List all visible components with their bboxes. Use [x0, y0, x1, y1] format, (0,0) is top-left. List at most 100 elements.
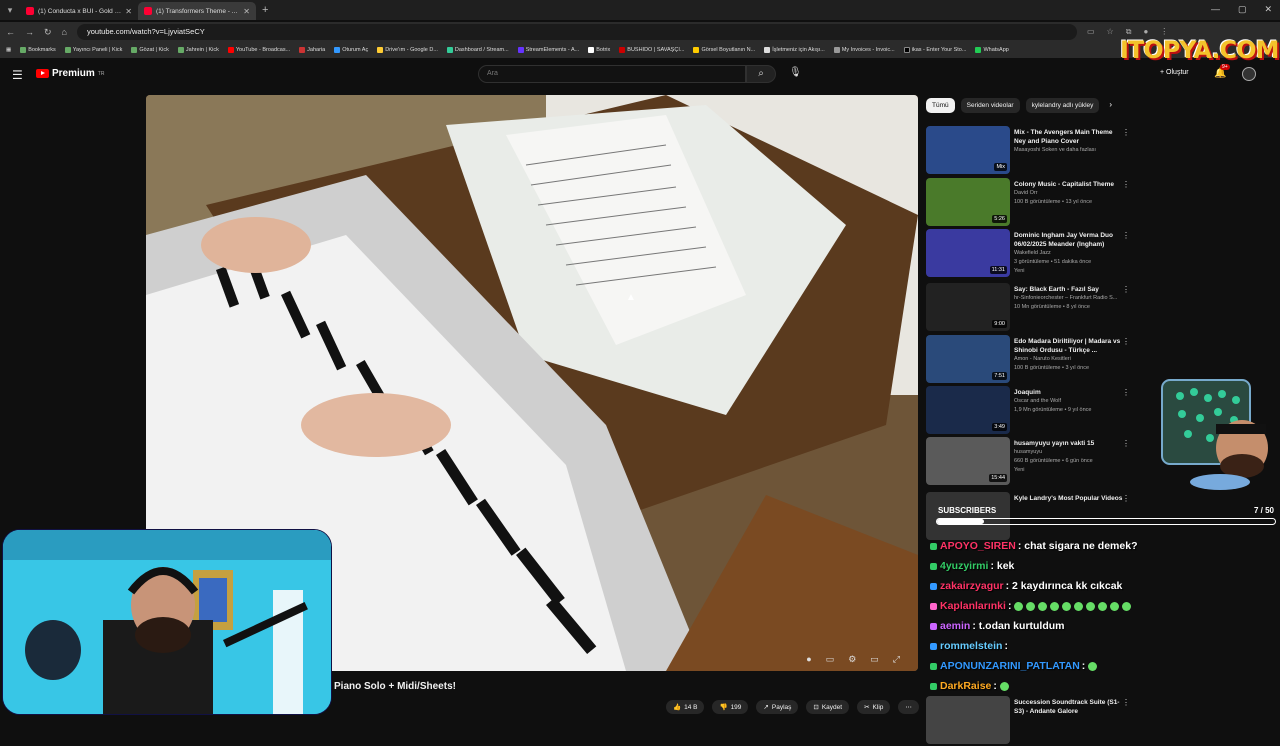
bookmark-item[interactable]: Dashboard / Stream... [446, 47, 509, 53]
recommendation-title[interactable]: Mix - The Avengers Main Theme Ney and Pi… [1014, 128, 1124, 146]
more-options-icon[interactable]: ⋮ [1122, 180, 1130, 189]
browser-tab-2[interactable]: (1) Transformers Theme - Arriv ✕ [138, 2, 256, 20]
bookmark-item[interactable]: My Invoices - Invoic... [833, 47, 895, 53]
bookmark-item[interactable]: StreamElements - A... [517, 47, 579, 53]
search-button[interactable]: ⌕ [746, 65, 776, 83]
recommendation-title[interactable]: Edo Madara Diriltiliyor | Madara vs Shin… [1014, 337, 1124, 355]
url-field[interactable]: youtube.com/watch?v=LjyviatSeCY [76, 24, 1077, 40]
save-button[interactable]: ⊡ Kaydet [806, 700, 850, 714]
youtube-favicon-icon [26, 7, 34, 15]
close-tab-icon[interactable]: ✕ [243, 7, 250, 16]
bookmark-item[interactable]: Botrix [588, 47, 610, 53]
youtube-logo[interactable]: Premium TR [36, 68, 104, 79]
bookmark-item[interactable]: Jaharia [299, 47, 325, 53]
recommendation-title[interactable]: husamyuyu yayın vakti 15 [1014, 439, 1124, 448]
cast-icon[interactable]: ▭ [1087, 27, 1095, 37]
minimize-icon[interactable]: — [1211, 4, 1220, 15]
chat-text: : 2 kaydırınca kk cıkcak [1005, 580, 1123, 592]
bookmark-item[interactable]: Görsel Boyutlanın N... [693, 47, 755, 53]
recommendation-item[interactable]: Succession Soundtrack Suite (S1-S3) - An… [926, 696, 1136, 746]
video-thumbnail[interactable] [926, 696, 1010, 744]
recommendation-item[interactable]: Mix Mix - The Avengers Main Theme Ney and… [926, 126, 1136, 176]
clip-button[interactable]: ✂ Klip [857, 700, 891, 714]
bookmark-item[interactable]: BUSHIDO | SAVAŞÇI... [619, 47, 684, 53]
recommendation-item[interactable]: 15:44 husamyuyu yayın vakti 15 husamyuyu 66… [926, 437, 1136, 487]
bookmark-item[interactable]: ikas - Enter Your Sto... [903, 47, 966, 53]
video-thumbnail[interactable]: 15:44 [926, 437, 1010, 485]
maximize-icon[interactable]: ▢ [1238, 4, 1247, 15]
fullscreen-icon[interactable]: ⤢ [893, 654, 900, 665]
hamburger-menu-icon[interactable]: ☰ [12, 68, 23, 82]
more-options-icon[interactable]: ⋮ [1122, 494, 1130, 503]
bookmark-item[interactable]: Yayıncı Paneli | Kick [64, 47, 122, 53]
reload-icon[interactable]: ↻ [44, 27, 52, 38]
bookmark-item[interactable]: Jahrein | Kick [177, 47, 219, 53]
forward-icon[interactable]: → [25, 27, 34, 37]
chat-message: Kaplanlarınki: [930, 596, 1260, 616]
chat-badge-icon [930, 602, 937, 610]
chip-uploader[interactable]: kylelandry adlı yükley [1025, 98, 1100, 113]
chip-series[interactable]: Seriden videolar [960, 98, 1020, 113]
recommendation-item[interactable]: 5:26 Colony Music - Capitalist Theme David… [926, 178, 1136, 228]
scissors-icon: ✂ [864, 704, 870, 711]
recommendation-title[interactable]: Colony Music - Capitalist Theme [1014, 180, 1124, 189]
apps-icon[interactable]: ▦ [6, 47, 11, 53]
more-options-icon[interactable]: ⋮ [1122, 231, 1130, 240]
recommendation-title[interactable]: Joaquim [1014, 388, 1124, 397]
recommendation-title[interactable]: Kyle Landry's Most Popular Videos [1014, 494, 1124, 503]
settings-icon[interactable]: ⚙ [848, 654, 856, 665]
video-thumbnail[interactable]: 5:26 [926, 178, 1010, 226]
chevron-right-icon[interactable]: › [1105, 98, 1116, 113]
more-options-icon[interactable]: ⋮ [1122, 439, 1130, 448]
theater-icon[interactable]: ▭ [870, 654, 879, 665]
like-button[interactable]: 👍 14 B [666, 700, 705, 714]
recommendation-item[interactable]: 11:31 Dominic Ingham Jay Verma Duo 06/02/… [926, 229, 1136, 279]
search-input[interactable]: Ara [478, 65, 746, 83]
mic-icon[interactable]: 🎙 [789, 67, 802, 78]
browser-tab-1[interactable]: (1) Conducta x BUI - Gold (Offi ✕ [20, 2, 138, 20]
autoplay-icon[interactable]: ● [806, 654, 811, 665]
star-icon[interactable]: ☆ [1107, 27, 1114, 37]
back-icon[interactable]: ← [6, 27, 15, 37]
bookmark-item[interactable]: Bookmarks [20, 47, 56, 53]
create-button[interactable]: + Oluştur [1160, 69, 1189, 76]
share-button[interactable]: ↗ Paylaş [756, 700, 799, 714]
home-icon[interactable]: ⌂ [62, 27, 67, 37]
close-tab-icon[interactable]: ✕ [125, 7, 132, 16]
more-options-icon[interactable]: ⋮ [1122, 337, 1130, 346]
subtitles-icon[interactable]: ▭ [826, 654, 835, 665]
subscriber-progress-fill [937, 519, 985, 524]
emote-icon [1088, 661, 1098, 671]
video-thumbnail[interactable]: 11:31 [926, 229, 1010, 277]
bookmark-item[interactable]: İşletmeniz için Akışı... [764, 47, 825, 53]
tab-title: (1) Conducta x BUI - Gold (Offi [38, 7, 122, 15]
video-thumbnail[interactable]: 7:51 [926, 335, 1010, 383]
video-thumbnail[interactable]: 9:00 [926, 283, 1010, 331]
chat-badge-icon [930, 562, 937, 570]
recommendation-title[interactable]: Dominic Ingham Jay Verma Duo 06/02/2025 … [1014, 231, 1124, 249]
bookmark-item[interactable]: WhatsApp [975, 47, 1009, 53]
recommendation-title[interactable]: Succession Soundtrack Suite (S1-S3) - An… [1014, 698, 1124, 716]
recommendation-item[interactable]: 3:49 Joaquim Oscar and the Wolf 1,9 Mn görü… [926, 386, 1136, 436]
bookmark-item[interactable]: Drive'ım - Google D... [377, 47, 438, 53]
tab-list-icon[interactable]: ▾ [0, 5, 20, 16]
account-avatar[interactable] [1242, 67, 1256, 81]
close-window-icon[interactable]: ✕ [1264, 4, 1272, 15]
video-thumbnail[interactable]: Mix [926, 126, 1010, 174]
more-options-icon[interactable]: ⋮ [1122, 698, 1130, 707]
dislike-button[interactable]: 👎 199 [712, 700, 749, 714]
more-options-icon[interactable]: ⋮ [1122, 285, 1130, 294]
recommendation-item[interactable]: 9:00 Say: Black Earth - Fazıl Say hr-Sinfo… [926, 283, 1136, 333]
new-tab-icon[interactable]: + [262, 4, 268, 16]
chip-all[interactable]: Tümü [926, 98, 955, 113]
recommendation-title[interactable]: Say: Black Earth - Fazıl Say [1014, 285, 1124, 294]
video-thumbnail[interactable]: 3:49 [926, 386, 1010, 434]
more-options-icon[interactable]: ⋮ [1122, 128, 1130, 137]
more-actions-button[interactable]: ⋯ [898, 700, 919, 714]
recommendation-item[interactable]: 7:51 Edo Madara Diriltiliyor | Madara vs … [926, 335, 1136, 385]
bookmark-item[interactable]: Gözat | Kick [131, 47, 169, 53]
bookmark-item[interactable]: Oturum Aç [334, 47, 368, 53]
more-options-icon[interactable]: ⋮ [1122, 388, 1130, 397]
bookmark-item[interactable]: YouTube - Broadcas... [227, 47, 290, 53]
chat-message: 4yuzyirmi: kek [930, 556, 1260, 576]
